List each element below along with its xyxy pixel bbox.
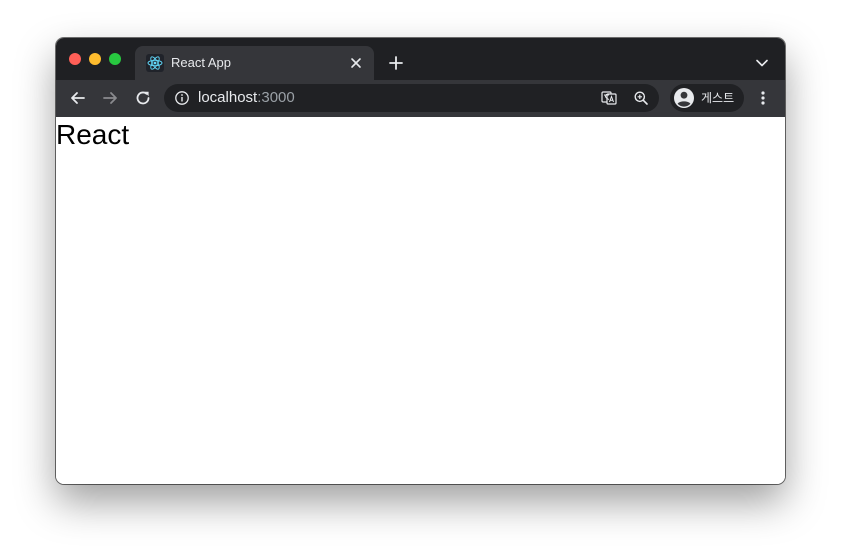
account-circle-icon: [673, 87, 695, 109]
tab-strip: React App: [56, 38, 785, 80]
page-heading: React: [56, 119, 130, 150]
url-port: :3000: [257, 89, 295, 106]
page-content: React: [56, 117, 785, 484]
chevron-down-icon[interactable]: [754, 55, 770, 71]
new-tab-plus-icon[interactable]: [386, 53, 406, 73]
close-window-button[interactable]: [69, 53, 81, 65]
info-icon[interactable]: [174, 90, 190, 106]
tab-title: React App: [171, 55, 231, 70]
minimize-window-button[interactable]: [89, 53, 101, 65]
arrow-right-icon[interactable]: [99, 87, 121, 109]
profile-name: 게스트: [701, 91, 735, 105]
profile-button[interactable]: 게스트: [670, 84, 744, 112]
tab-react-app[interactable]: React App: [135, 46, 374, 80]
address-bar[interactable]: localhost:3000: [164, 84, 659, 112]
more-vert-icon[interactable]: [754, 89, 772, 107]
react-logo-icon: [146, 54, 164, 72]
translate-icon[interactable]: [601, 90, 617, 106]
maximize-window-button[interactable]: [109, 53, 121, 65]
tab-close-icon[interactable]: [348, 55, 364, 71]
zoom-in-icon[interactable]: [633, 90, 649, 106]
browser-window: React App localhost:3000 게스트 React: [56, 38, 785, 484]
arrow-left-icon[interactable]: [67, 87, 89, 109]
url-text: localhost:3000: [198, 90, 295, 106]
url-host: localhost: [198, 89, 258, 106]
reload-icon[interactable]: [132, 87, 154, 109]
browser-toolbar: localhost:3000 게스트: [56, 80, 785, 117]
